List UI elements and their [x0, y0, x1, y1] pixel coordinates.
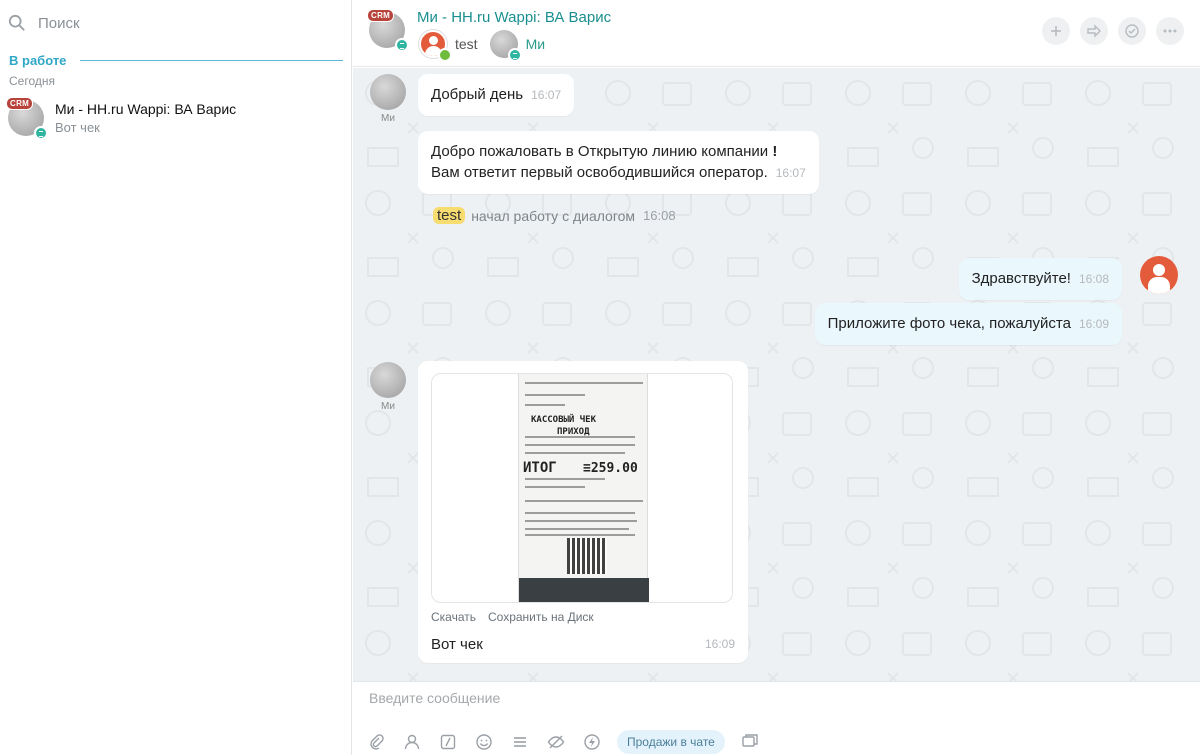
- message-emphasis: !: [772, 143, 778, 160]
- user-icon: [404, 734, 420, 750]
- message-text: Вам ответит первый освободившийся операт…: [431, 164, 768, 181]
- add-button[interactable]: [1042, 17, 1070, 45]
- header-members: test Ми: [419, 30, 557, 62]
- header-avatar[interactable]: CRM: [367, 9, 409, 52]
- forward-icon: [1087, 24, 1101, 38]
- operator-avatar: [419, 30, 452, 62]
- smile-icon: [476, 734, 492, 750]
- crm-badge: CRM: [367, 9, 395, 22]
- operator-tag[interactable]: test: [433, 207, 466, 224]
- whatsapp-badge-icon: [507, 48, 522, 62]
- system-message: test начал работу с диалогом 16:08: [433, 207, 676, 224]
- section-title: В работе: [9, 53, 67, 68]
- message-bubble: Добро пожаловать в Открытую линию компан…: [418, 131, 819, 194]
- message-author: Ми: [381, 401, 395, 412]
- check-circle-icon: [1125, 24, 1139, 38]
- message-text: Здравствуйте!: [971, 270, 1071, 287]
- member-label: test: [455, 36, 478, 52]
- whatsapp-badge-icon: [34, 126, 48, 140]
- message-time: 16:09: [1078, 317, 1109, 331]
- sidebar: В работе Сегодня CRM Ми - HH.ru Wappi: В…: [0, 0, 352, 755]
- image-preview[interactable]: КАССОВЫЙ ЧЕК ПРИХОД ИТОГ ≡259.00: [431, 373, 733, 603]
- list-icon: [514, 737, 526, 747]
- operator-message-avatar[interactable]: [1140, 256, 1178, 294]
- message-time: 16:08: [643, 208, 676, 223]
- file-message-bubble: КАССОВЫЙ ЧЕК ПРИХОД ИТОГ ≡259.00 Скачать: [418, 361, 748, 663]
- message-bubble: Добрый день 16:07: [418, 74, 575, 116]
- message-text: Добро пожаловать в Открытую линию компан…: [431, 143, 769, 160]
- message-time: 16:09: [704, 637, 735, 651]
- search-input[interactable]: [38, 14, 318, 32]
- message-area[interactable]: Ми Добрый день 16:07 Добро пожаловать в О…: [353, 68, 1200, 681]
- finish-button[interactable]: [1118, 17, 1146, 45]
- chat-last-message: Вот чек: [55, 120, 100, 135]
- eye-off-icon: [547, 735, 565, 749]
- message-input[interactable]: [369, 690, 1069, 706]
- save-to-disk-link[interactable]: Сохранить на Диск: [488, 607, 594, 628]
- templates-button[interactable]: [509, 731, 531, 753]
- quick-answers-button[interactable]: [581, 731, 603, 753]
- qr-code-icon: [567, 538, 607, 574]
- chat-header: CRM Ми - HH.ru Wappi: ВА Варис test Ми: [353, 0, 1200, 67]
- header-title[interactable]: Ми - HH.ru Wappi: ВА Варис: [417, 9, 611, 26]
- windows-icon: [742, 734, 758, 747]
- chat-avatar: CRM: [6, 97, 48, 140]
- message-avatar[interactable]: Ми: [368, 74, 408, 124]
- whatsapp-badge-icon: [395, 38, 409, 52]
- receipt-line: ПРИХОД: [557, 427, 590, 437]
- hidden-message-button[interactable]: [545, 731, 567, 753]
- message-text: Вот чек: [431, 636, 483, 653]
- message-time: 16:07: [775, 166, 806, 180]
- message-time: 16:08: [1078, 272, 1109, 286]
- search-icon: [8, 14, 25, 31]
- sales-in-chat-button[interactable]: Продажи в чате: [617, 730, 725, 754]
- receipt-total-label: ИТОГ: [523, 460, 557, 476]
- message-author: Ми: [381, 113, 395, 124]
- attach-button[interactable]: [365, 731, 387, 753]
- crown-badge-icon: [438, 48, 452, 62]
- lightning-icon: [584, 734, 600, 750]
- system-text: начал работу с диалогом: [471, 207, 636, 224]
- message-time: 16:07: [531, 88, 562, 102]
- moon-avatar-icon: [370, 74, 406, 110]
- commands-button[interactable]: [437, 731, 459, 753]
- contact-button[interactable]: [401, 731, 423, 753]
- more-button[interactable]: [1156, 17, 1184, 45]
- more-icon: [1163, 29, 1177, 33]
- composer-toolbar: Продажи в чате: [365, 730, 775, 754]
- message-avatar[interactable]: Ми: [368, 362, 408, 412]
- section-header: В работе: [9, 53, 343, 68]
- header-actions: [1032, 17, 1184, 45]
- paperclip-icon: [370, 734, 384, 750]
- forward-button[interactable]: [1080, 17, 1108, 45]
- message-bubble-outgoing: Приложите фото чека, пожалуйста 16:09: [814, 303, 1122, 345]
- chat-list-item[interactable]: CRM Ми - HH.ru Wappi: ВА Варис Вот чек: [0, 96, 351, 146]
- message-text: Приложите фото чека, пожалуйста: [827, 315, 1071, 332]
- message-bubble-outgoing: Здравствуйте! 16:08: [958, 258, 1122, 300]
- photo-bottom-strip: [519, 578, 649, 602]
- receipt-photo: КАССОВЫЙ ЧЕК ПРИХОД ИТОГ ≡259.00: [518, 374, 649, 602]
- member-client[interactable]: Ми: [489, 30, 546, 62]
- windows-button[interactable]: [739, 731, 761, 753]
- emoji-button[interactable]: [473, 731, 495, 753]
- download-link[interactable]: Скачать: [431, 607, 476, 628]
- file-message-footer: Вот чек 16:09: [431, 634, 735, 655]
- day-label: Сегодня: [9, 74, 55, 88]
- user-avatar-icon: [1140, 256, 1178, 294]
- receipt-total-sum: ≡259.00: [583, 461, 638, 476]
- crm-badge: CRM: [6, 97, 34, 110]
- plus-icon: [1051, 26, 1061, 36]
- message-text: Добрый день: [431, 86, 524, 103]
- search-bar[interactable]: [8, 10, 344, 36]
- member-label: Ми: [525, 36, 546, 52]
- chat-name: Ми - HH.ru Wappi: ВА Варис: [55, 101, 237, 117]
- member-operator[interactable]: test: [419, 30, 478, 62]
- slash-icon: [440, 734, 456, 750]
- client-avatar: [489, 30, 522, 62]
- moon-avatar-icon: [370, 362, 406, 398]
- file-actions: Скачать Сохранить на Диск: [431, 607, 735, 628]
- section-divider: [80, 60, 343, 61]
- message-composer: Продажи в чате: [353, 681, 1200, 755]
